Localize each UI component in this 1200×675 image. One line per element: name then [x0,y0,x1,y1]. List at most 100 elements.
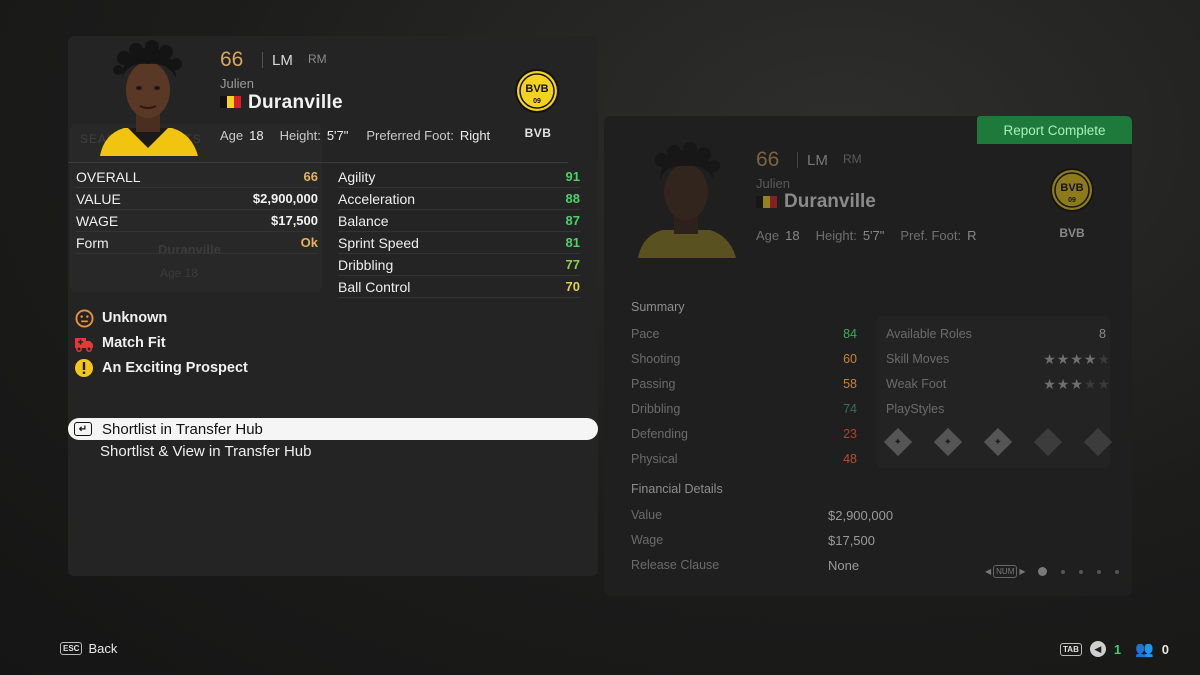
report-complete-button[interactable]: Report Complete [977,116,1132,144]
player-portrait [94,38,202,156]
player-meta: Age 18 Height: 5'7" Preferred Foot: Righ… [220,128,490,143]
shortlist-transfer-hub-label: Shortlist in Transfer Hub [102,420,263,438]
financial-row-value: Value $2,900,000 [631,505,911,525]
playstyle-5-icon[interactable] [1083,427,1113,457]
attribute-label: Acceleration [338,190,416,207]
notification-icon[interactable]: ◀ [1089,641,1106,657]
summary-row-shooting: Shooting 60 [631,349,857,369]
summary-label: Shooting [631,352,681,366]
pager-dot[interactable] [1078,569,1083,574]
pager-num-control[interactable]: ◀ NUM ▶ [985,565,1026,578]
attribute-value: 77 [565,257,580,272]
stat-value: Ok [300,235,318,250]
weak-foot-label: Weak Foot [886,377,947,391]
status-unknown: Unknown [74,306,248,330]
foot-value: Right [459,128,491,143]
summary-row-defending: Defending 23 [631,424,857,444]
financial-row-release-clause: Release Clause None [631,555,911,575]
stat-row-wage: WAGE $17,500 [76,210,318,232]
club-abbr: BVB [524,126,552,140]
report-club-badge-icon: BVB 09 [1049,167,1095,213]
summary-value: 60 [843,352,857,366]
neutral-face-icon [74,308,94,328]
weak-foot-star-icon: ★ [1056,376,1070,392]
playstyle-2-icon[interactable]: ✦ [933,427,963,457]
attribute-stats-table: Agility 91 Acceleration 88 Balance 87 Sprint S… [338,166,580,298]
financial-title: Financial Details [631,482,723,496]
report-foot-value: R [967,228,977,243]
report-club-abbr: BVB [1059,226,1085,240]
stat-value: $2,900,000 [252,191,318,206]
attribute-value: 91 [565,169,580,184]
weak-foot-star-icon: ★ [1043,376,1056,392]
player-last-name: Duranville [248,92,343,113]
report-age-label: Age [756,228,780,243]
report-club-badge-text: BVB [1060,182,1083,194]
summary-label: Pace [631,327,660,341]
financial-row-wage: Wage $17,500 [631,530,911,550]
attribute-label: Agility [338,168,376,185]
skill-moves-star-icon: ★ [1083,351,1097,367]
friends-count: 0 [1161,641,1170,657]
summary-label: Physical [631,452,678,466]
action-menu: ↵ Shortlist in Transfer Hub Shortlist & … [68,418,598,462]
stat-row-form: Form Ok [76,232,318,254]
summary-value: 58 [843,377,857,391]
attribute-value: 70 [565,279,580,294]
stat-row-overall: OVERALL 66 [76,166,318,188]
summary-value: 48 [843,452,857,466]
weak-foot-star-icon: ★ [1083,376,1097,392]
playstyles-list: ✦ ✦ ✦ [883,427,1113,457]
report-player-meta: Age 18 Height: 5'7" Pref. Foot: R [756,228,976,243]
report-player-position: LM [807,152,828,169]
friends-icon[interactable]: 👥 [1135,640,1154,658]
skill-moves-star-icon: ★ [1097,351,1110,367]
pager-dot[interactable] [1037,567,1047,576]
report-belgium-flag-icon [756,196,777,208]
stat-label: Form [76,234,109,251]
pager-dot[interactable] [1096,569,1101,574]
available-roles-label: Available Roles [886,327,972,341]
summary-value: 84 [843,327,857,341]
weak-foot-stars: ★ ★ ★ ★ ★ [1043,377,1110,391]
skill-moves-star-icon: ★ [1043,351,1056,367]
summary-label: Defending [631,427,688,441]
weak-foot-star-icon: ★ [1070,376,1083,392]
report-foot-label: Pref. Foot: [900,228,962,243]
stat-label: WAGE [76,212,119,229]
stat-label: OVERALL [76,168,141,185]
pager-left-arrow-icon: ◀ [985,567,992,576]
report-height-value: 5'7" [862,228,885,243]
back-button[interactable]: ESC Back [60,641,117,656]
stat-value: $17,500 [271,213,318,228]
shortlist-transfer-hub-button[interactable]: ↵ Shortlist in Transfer Hub [68,418,598,440]
summary-label: Passing [631,377,676,391]
esc-key-icon: ESC [60,642,83,655]
attribute-label: Ball Control [338,278,411,295]
stat-value: 66 [303,169,318,184]
report-pager: ◀ NUM ▶ [985,565,1119,578]
status-list: Unknown Match Fit An Exciting Prospect [74,306,248,381]
club-badge-year: 09 [533,98,541,105]
pager-dot[interactable] [1114,569,1119,574]
tab-key-icon[interactable]: TAB [1060,642,1082,656]
shortlist-view-transfer-hub-button[interactable]: Shortlist & View in Transfer Hub [68,440,598,462]
enter-key-icon: ↵ [74,422,92,436]
summary-value: 74 [843,402,857,416]
playstyle-3-icon[interactable]: ✦ [983,427,1013,457]
age-value: 18 [249,128,264,143]
club-badge-text: BVB [525,83,548,95]
playstyle-1-icon[interactable]: ✦ [883,427,913,457]
playstyle-4-icon[interactable] [1033,427,1063,457]
player-rating: 66 [220,48,244,71]
header-divider [262,52,263,68]
financial-value: $17,500 [828,532,875,548]
playstyles-label: PlayStyles [886,402,945,416]
attribute-label: Sprint Speed [338,234,419,251]
player-detail-panel: SEARCH RESULTS Duranville Age 18 66 LM R… [68,36,598,576]
age-label: Age [220,128,244,143]
report-player-portrait [632,140,740,258]
pager-dot[interactable] [1060,569,1065,574]
attribute-row-ball-control: Ball Control 70 [338,276,580,298]
status-an-exciting-prospect: An Exciting Prospect [74,356,248,380]
